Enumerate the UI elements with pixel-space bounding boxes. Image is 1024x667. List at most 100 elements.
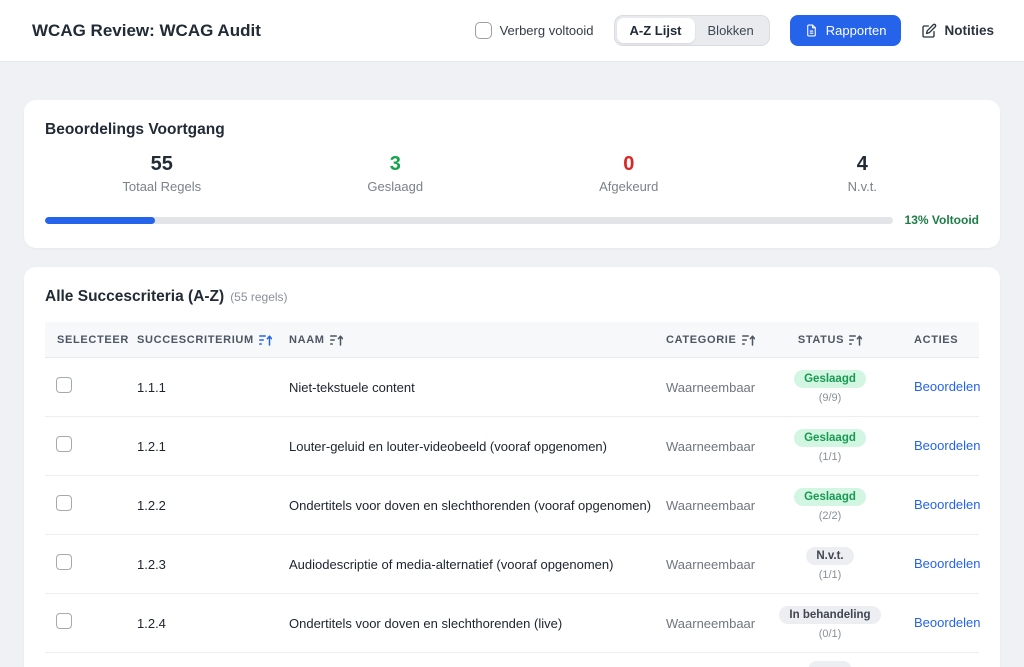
view-toggle-blocks[interactable]: Blokken — [695, 18, 767, 43]
view-toggle: A-Z Lijst Blokken — [613, 15, 770, 46]
document-icon — [805, 23, 818, 38]
row-criterion: 1.1.1 — [137, 379, 166, 395]
status-count: (0/1) — [818, 628, 842, 640]
progress-card: Beoordelings Voortgang 55 Totaal Regels … — [24, 100, 1000, 248]
hide-completed-checkbox[interactable] — [474, 22, 492, 39]
row-select-cell — [45, 435, 137, 457]
progress-track — [45, 216, 893, 224]
row-select-cell — [45, 612, 137, 634]
topbar: WCAG Review: WCAG Audit Verberg voltooid… — [0, 0, 1024, 62]
progress-bar-row: 13% Voltooid — [45, 213, 979, 227]
page-title: WCAG Review: WCAG Audit — [32, 20, 261, 40]
review-link[interactable]: Beoordelen — [914, 556, 981, 571]
row-criterion: 1.2.1 — [137, 438, 166, 454]
notes-button-label: Notities — [944, 23, 994, 38]
progress-card-title: Beoordelings Voortgang — [45, 121, 225, 138]
row-actions-cell: Beoordelen — [895, 614, 989, 632]
row-criterion: 1.2.2 — [137, 497, 166, 513]
status-badge: In behandeling — [779, 606, 881, 624]
stat-failed-value: 0 — [623, 153, 635, 175]
progress-fill — [45, 216, 156, 224]
stat-total-label: Totaal Regels — [122, 179, 202, 194]
stat-total: 55 Totaal Regels — [45, 153, 279, 194]
column-header-name[interactable]: NAAM — [289, 334, 666, 346]
row-status-cell: Geslaagd (1/1) — [765, 429, 895, 463]
sort-icon[interactable] — [741, 334, 755, 346]
row-status-cell: Geslaagd (9/9) — [765, 370, 895, 404]
reports-button[interactable]: Rapporten — [789, 15, 902, 46]
review-link[interactable]: Beoordelen — [914, 497, 981, 512]
row-status-cell: N.v.t. (1/1) — [765, 547, 895, 581]
row-actions-cell: Beoordelen — [895, 496, 989, 514]
notes-button[interactable]: Notities — [921, 23, 994, 39]
table-row: 1.2.3 Audiodescriptie of media-alternati… — [45, 535, 981, 594]
status-badge: N.v.t. — [806, 547, 854, 565]
row-checkbox[interactable] — [56, 494, 72, 511]
stat-passed: 3 Geslaagd — [279, 153, 513, 194]
criteria-count: (55 regels) — [230, 290, 288, 304]
status-badge: Geslaagd — [794, 370, 866, 388]
stat-na: 4 N.v.t. — [746, 153, 980, 194]
review-link[interactable]: Beoordelen — [914, 438, 981, 453]
criteria-card-title-row: Alle Succescriteria (A-Z) (55 regels) — [45, 288, 979, 306]
column-header-status[interactable]: STATUS — [765, 334, 895, 346]
column-header-category[interactable]: CATEGORIE — [666, 334, 765, 346]
row-category: Waarneembaar — [666, 379, 756, 395]
row-name: Niet-tekstuele content — [289, 379, 415, 395]
review-link[interactable]: Beoordelen — [914, 379, 981, 394]
row-name: Ondertitels voor doven en slechthorenden… — [289, 615, 563, 631]
table-row: 1.2.4 Ondertitels voor doven en slechtho… — [45, 594, 981, 653]
sort-icon[interactable] — [329, 334, 343, 346]
stat-passed-label: Geslaagd — [367, 179, 424, 194]
row-category: Waarneembaar — [666, 438, 756, 454]
row-name: Audiodescriptie of media-alternatief (vo… — [289, 556, 614, 572]
status-badge: Geslaagd — [794, 488, 866, 506]
topbar-controls: Verberg voltooid A-Z Lijst Blokken Rappo… — [474, 15, 994, 46]
row-status-cell: In behandeling (0/1) — [765, 606, 895, 640]
row-criterion: 1.2.3 — [137, 556, 166, 572]
row-checkbox[interactable] — [56, 553, 72, 570]
table-row: 1.1.1 Niet-tekstuele content Waarneembaa… — [45, 358, 981, 417]
sort-icon-active[interactable] — [258, 334, 272, 346]
criteria-card-title: Alle Succescriteria (A-Z) — [45, 288, 225, 305]
status-badge — [808, 660, 852, 667]
row-name: Louter-geluid en louter-videobeeld (voor… — [289, 438, 607, 454]
table-row-partial — [45, 653, 979, 667]
stat-passed-value: 3 — [389, 153, 401, 175]
row-actions-cell: Beoordelen — [895, 378, 989, 396]
progress-stats: 55 Totaal Regels 3 Geslaagd 0 Afgekeurd … — [45, 153, 979, 194]
row-actions-cell: Beoordelen — [895, 555, 989, 573]
pencil-square-icon — [921, 23, 937, 39]
table-row: 1.2.1 Louter-geluid en louter-videobeeld… — [45, 417, 981, 476]
column-header-criterion[interactable]: SUCCESCRITERIUM — [137, 334, 289, 346]
sort-icon[interactable] — [849, 334, 863, 346]
hide-completed-label: Verberg voltooid — [499, 23, 594, 38]
hide-completed-toggle[interactable]: Verberg voltooid — [474, 22, 594, 39]
row-category: Waarneembaar — [666, 497, 756, 513]
stat-failed: 0 Afgekeurd — [512, 153, 746, 194]
row-select-cell — [45, 494, 137, 516]
column-header-select[interactable]: SELECTEER — [45, 334, 137, 346]
status-count: (2/2) — [818, 510, 842, 522]
row-checkbox[interactable] — [56, 376, 72, 393]
row-category: Waarneembaar — [666, 556, 756, 572]
main-content: Beoordelings Voortgang 55 Totaal Regels … — [0, 62, 1024, 667]
status-count: (1/1) — [818, 451, 842, 463]
row-checkbox[interactable] — [56, 612, 72, 629]
review-link[interactable]: Beoordelen — [914, 615, 981, 630]
view-toggle-list[interactable]: A-Z Lijst — [616, 18, 695, 43]
row-name: Ondertitels voor doven en slechthorenden… — [289, 497, 652, 513]
table-body: 1.1.1 Niet-tekstuele content Waarneembaa… — [45, 358, 981, 653]
status-count: (1/1) — [818, 569, 842, 581]
stat-total-value: 55 — [150, 153, 173, 175]
table-row: 1.2.2 Ondertitels voor doven en slechtho… — [45, 476, 981, 535]
stat-failed-label: Afgekeurd — [599, 179, 659, 194]
progress-percent-label: 13% Voltooid — [904, 213, 979, 227]
row-checkbox[interactable] — [56, 435, 72, 452]
reports-button-label: Rapporten — [825, 23, 887, 38]
stat-na-label: N.v.t. — [847, 179, 877, 194]
stat-na-value: 4 — [856, 153, 868, 175]
row-select-cell — [45, 376, 137, 398]
row-actions-cell: Beoordelen — [895, 437, 989, 455]
table-header: SELECTEER SUCCESCRITERIUM NAAM CATEGORIE… — [45, 322, 979, 358]
